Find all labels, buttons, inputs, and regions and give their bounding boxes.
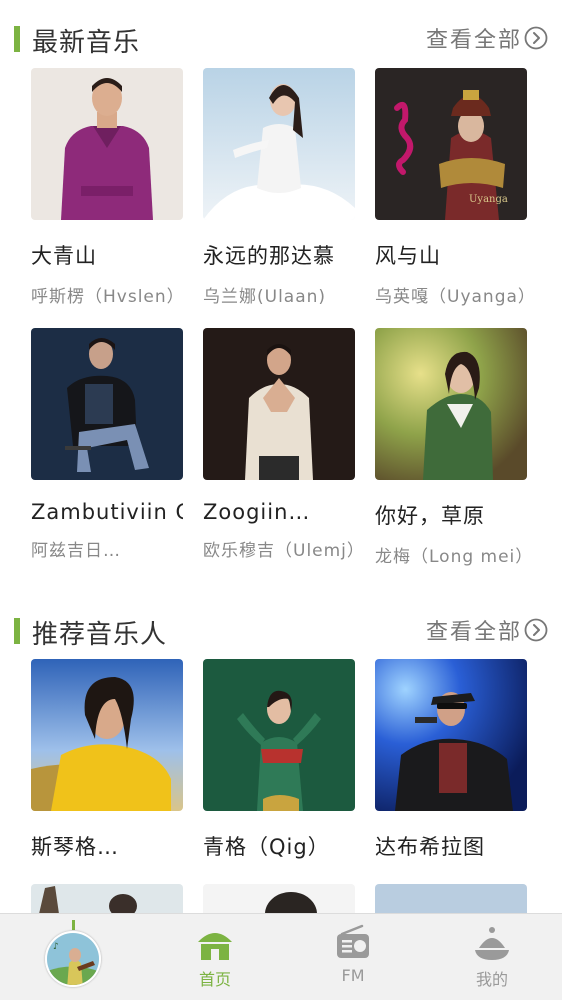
section-accent-bar: [14, 618, 20, 644]
musician-card[interactable]: 达布希拉图: [375, 659, 527, 861]
view-all-link[interactable]: 查看全部: [426, 614, 522, 646]
song-artist: 乌兰娜(Ulaan): [203, 287, 327, 307]
musician-card[interactable]: 斯琴格…: [31, 659, 183, 861]
profile-icon: [475, 927, 509, 960]
view-all-link[interactable]: 查看全部: [426, 22, 522, 54]
song-artist: 乌英嘎（Uyanga）: [375, 287, 527, 307]
chevron-right-circle-icon[interactable]: [524, 618, 548, 642]
tab-label: 我的: [475, 970, 508, 989]
song-cover-image: Uyanga: [375, 68, 527, 220]
section-title: 推荐音乐人: [32, 620, 168, 650]
song-title: 大青山: [31, 244, 97, 268]
song-artist: 阿兹吉日…: [31, 541, 121, 561]
section-accent-bar: [14, 26, 20, 52]
musician-photo: [203, 659, 355, 811]
musician-name: 斯琴格…: [31, 835, 119, 859]
song-cover-image: [31, 68, 183, 220]
recommended-musicians-header: 推荐音乐人 查看全部: [0, 612, 562, 652]
latest-music-header: 最新音乐 查看全部: [0, 20, 562, 60]
musician-name: 达布希拉图: [375, 835, 485, 859]
song-cover-image: [203, 328, 355, 480]
tab-home[interactable]: 首页: [165, 914, 265, 1000]
song-card[interactable]: 大青山 呼斯楞（Hvslen）: [31, 68, 183, 307]
home-icon: [198, 933, 232, 960]
tab-label: 首页: [198, 970, 231, 989]
song-card[interactable]: Zambutiviin Ge… 阿兹吉日…: [31, 328, 183, 561]
song-artist: 呼斯楞（Hvslen）: [31, 287, 183, 307]
song-title: 风与山: [375, 244, 441, 268]
musician-name: 青格（Qig）: [203, 835, 330, 859]
song-card[interactable]: Uyanga 风与山 乌英嘎（Uyanga）: [375, 68, 527, 307]
song-cover-image: [31, 328, 183, 480]
song-title: 你好，草原: [375, 504, 485, 528]
musician-card-partial[interactable]: [31, 884, 183, 914]
musician-card-partial[interactable]: [203, 884, 355, 914]
song-artist: 龙梅（Long mei）: [375, 547, 527, 567]
musician-photo: [375, 659, 527, 811]
song-card[interactable]: 永远的那达慕 乌兰娜(Ulaan): [203, 68, 355, 307]
song-title: Zoogiin…: [203, 500, 311, 524]
player-progress-indicator: [72, 920, 75, 930]
svg-text:♪: ♪: [53, 942, 59, 952]
song-card[interactable]: Zoogiin… 欧乐穆吉（Ulemj）: [203, 328, 355, 561]
song-cover-image: [203, 68, 355, 220]
song-artist: 欧乐穆吉（Ulemj）: [203, 541, 355, 561]
radio-icon: [337, 924, 369, 958]
song-title: Zambutiviin Ge…: [31, 500, 183, 524]
song-cover-image: [375, 328, 527, 480]
musician-card-partial[interactable]: [375, 884, 527, 914]
svg-text:Uyanga: Uyanga: [469, 194, 508, 205]
now-playing-cover[interactable]: ♪: [45, 931, 101, 987]
section-title: 最新音乐: [32, 28, 141, 58]
tab-label: FM: [341, 966, 365, 985]
musician-photo: [31, 659, 183, 811]
musician-card[interactable]: 青格（Qig）: [203, 659, 355, 861]
song-card[interactable]: 你好，草原 龙梅（Long mei）: [375, 328, 527, 567]
tab-fm[interactable]: FM: [303, 914, 403, 1000]
chevron-right-circle-icon[interactable]: [524, 26, 548, 50]
tab-mine[interactable]: 我的: [442, 914, 542, 1000]
song-title: 永远的那达慕: [203, 244, 335, 268]
